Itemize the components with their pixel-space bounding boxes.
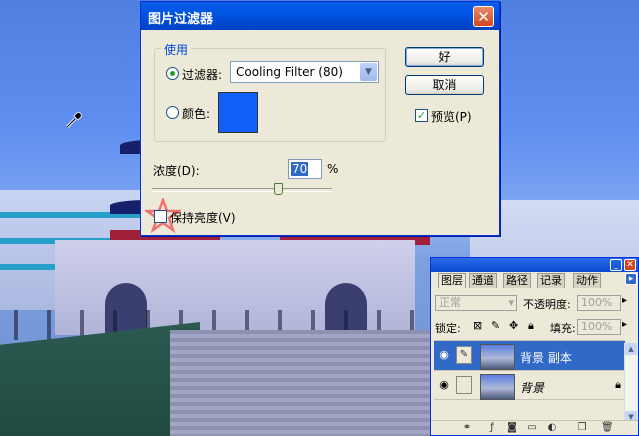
chevron-down-icon[interactable]: ▼ [360, 63, 377, 81]
layers-scrollbar[interactable]: ▲ ▼ [624, 343, 637, 423]
color-swatch[interactable] [218, 92, 258, 133]
fill-arrow-icon[interactable]: ▸ [622, 319, 627, 330]
blend-mode-select[interactable]: 正常 ▾ [435, 295, 517, 311]
brush-slot[interactable] [456, 376, 472, 394]
preview-checkbox[interactable]: ✓ [415, 109, 428, 122]
filter-select-value: Cooling Filter (80) [236, 65, 343, 79]
eyedropper-icon [65, 112, 82, 129]
photo-filter-dialog: 图片过滤器 ✕ 使用 过滤器: Cooling Filter (80) ▼ 颜色… [140, 1, 500, 236]
tab-channels[interactable]: 通道 [469, 273, 497, 288]
fill-label: 填充: [550, 322, 576, 335]
fill-value: 100% [581, 320, 613, 333]
panel-tabs: 图层 通道 路径 记录 动作 ▸ [434, 273, 637, 288]
adjustment-layer-icon[interactable]: ◐ [546, 422, 558, 434]
lock-icon: 🔒︎ [615, 378, 621, 391]
link-layers-icon[interactable]: ⚭ [461, 422, 473, 434]
close-button[interactable]: ✕ [473, 6, 494, 27]
dialog-title: 图片过滤器 [148, 12, 214, 27]
tab-layers[interactable]: 图层 [438, 273, 466, 288]
filter-select[interactable]: Cooling Filter (80) ▼ [230, 61, 379, 83]
layer-row-background-copy[interactable]: ◉ ✎ 背景 副本 [434, 340, 625, 370]
opacity-value: 100% [581, 296, 613, 309]
new-layer-icon[interactable]: ❐ [576, 422, 588, 434]
dialog-titlebar[interactable]: 图片过滤器 ✕ [141, 2, 499, 30]
opacity-arrow-icon[interactable]: ▸ [622, 295, 627, 306]
preserve-luminosity-label: 保持亮度(V) [170, 211, 236, 225]
tab-paths[interactable]: 路径 [503, 273, 531, 288]
lock-label: 锁定: [435, 322, 461, 335]
stairs [170, 330, 470, 436]
tab-history[interactable]: 记录 [537, 273, 565, 288]
preserve-luminosity-checkbox[interactable] [154, 210, 167, 223]
density-slider-thumb[interactable] [274, 183, 283, 195]
layer-row-background[interactable]: ◉ 背景 🔒︎ [434, 370, 625, 400]
close-icon[interactable]: ✕ [624, 259, 636, 271]
use-group-label: 使用 [161, 41, 192, 58]
panel-menu-icon[interactable]: ▸ [625, 273, 637, 285]
layers-toolbar: ⚭ ƒ ◙ ▭ ◐ ❐ 🗑︎ [431, 420, 638, 435]
layer-name[interactable]: 背景 [520, 379, 544, 396]
color-radio[interactable] [166, 106, 179, 119]
blend-mode-value: 正常 [439, 296, 461, 309]
lock-image-icon[interactable]: ✎ [491, 319, 500, 332]
preview-label: 预览(P) [431, 110, 472, 124]
lock-icon[interactable]: 🔒︎ [528, 319, 534, 333]
tab-actions[interactable]: 动作 [573, 273, 601, 288]
layer-mask-icon[interactable]: ◙ [506, 422, 518, 434]
cancel-button[interactable]: 取消 [405, 75, 484, 95]
layer-style-icon[interactable]: ƒ [486, 422, 498, 434]
panel-titlebar[interactable]: _ ✕ [431, 258, 638, 272]
density-value: 70 [291, 162, 309, 176]
lock-position-icon[interactable]: ✥ [509, 319, 518, 332]
new-group-icon[interactable]: ▭ [526, 422, 538, 434]
fill-input[interactable]: 100% [577, 319, 621, 335]
brush-icon[interactable]: ✎ [456, 346, 472, 364]
layers-panel: _ ✕ 图层 通道 路径 记录 动作 ▸ 正常 ▾ 不透明度: 100% ▸ 锁… [430, 257, 639, 436]
density-slider-track[interactable] [152, 188, 332, 192]
chevron-down-icon[interactable]: ▾ [508, 296, 514, 310]
density-unit: % [327, 162, 339, 176]
lock-transparency-icon[interactable]: ⊠ [473, 319, 482, 332]
scroll-up-icon[interactable]: ▲ [625, 343, 637, 355]
eye-icon[interactable]: ◉ [437, 378, 451, 392]
density-label: 浓度(D): [153, 164, 200, 178]
eye-icon[interactable]: ◉ [437, 348, 451, 362]
filter-label: 过滤器: [182, 68, 223, 82]
trash-icon[interactable]: 🗑︎ [601, 422, 614, 434]
ok-button[interactable]: 好 [405, 47, 484, 67]
filter-radio[interactable] [166, 67, 179, 80]
density-input[interactable]: 70 [288, 159, 322, 179]
opacity-label: 不透明度: [523, 298, 571, 311]
layer-thumbnail [480, 374, 515, 400]
layer-thumbnail [480, 344, 515, 370]
color-label: 颜色: [182, 107, 211, 121]
minimize-icon[interactable]: _ [610, 259, 622, 271]
layer-name[interactable]: 背景 副本 [520, 349, 572, 366]
opacity-input[interactable]: 100% [577, 295, 621, 311]
